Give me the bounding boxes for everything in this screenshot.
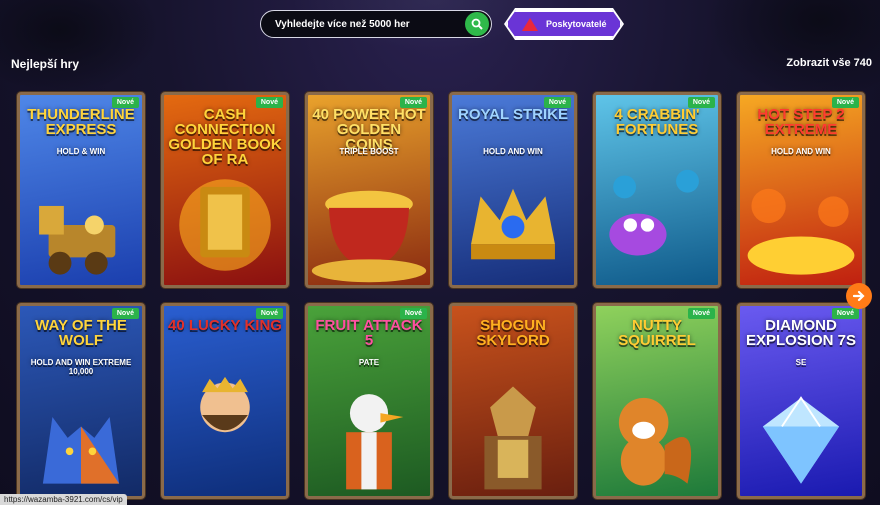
game-title: Thunderline Express bbox=[27, 106, 135, 138]
game-title: 4 Crabbin' Fortunes bbox=[614, 106, 700, 138]
game-title: Way of the Wolf bbox=[35, 317, 127, 349]
new-badge: Nové bbox=[399, 308, 427, 319]
king-icon bbox=[164, 376, 286, 496]
game-subtitle: Hold and Win bbox=[483, 147, 543, 156]
game-card[interactable]: Shogun Skylord bbox=[449, 303, 577, 499]
search-bar[interactable] bbox=[260, 10, 492, 38]
game-card[interactable]: Hot Step 2 Extreme Hold and Win Nové bbox=[737, 92, 865, 288]
game-subtitle: Triple Boost bbox=[339, 147, 399, 156]
new-badge: Nové bbox=[111, 97, 139, 108]
show-all-link[interactable]: Zobrazit vše 740 bbox=[786, 57, 872, 69]
train-icon bbox=[20, 165, 142, 285]
search-input[interactable] bbox=[275, 16, 455, 32]
game-card[interactable]: Way of the Wolf Hold and Win Extreme 10,0… bbox=[17, 303, 145, 499]
game-title: Nutty Squirrel bbox=[618, 317, 696, 349]
duck-icon bbox=[308, 376, 430, 496]
game-card[interactable]: 40 Lucky King Nové bbox=[161, 303, 289, 499]
triangle-icon bbox=[522, 17, 538, 31]
crown-icon bbox=[452, 165, 574, 285]
providers-button[interactable]: Poskytovatelé bbox=[506, 10, 622, 38]
game-subtitle: SE bbox=[795, 358, 807, 367]
crab-icon bbox=[596, 165, 718, 285]
new-badge: Nové bbox=[255, 308, 283, 319]
game-card[interactable]: Thunderline Express Hold & Win Nové bbox=[17, 92, 145, 288]
game-title: Diamond Explosion 7s bbox=[745, 317, 857, 349]
game-card[interactable]: Nutty Squirrel Nové bbox=[593, 303, 721, 499]
game-card[interactable]: Fruit Attack 5 Pate Nové bbox=[305, 303, 433, 499]
game-title: Royal Strike bbox=[457, 106, 569, 123]
new-badge: Nové bbox=[399, 97, 427, 108]
new-badge: Nové bbox=[687, 308, 715, 319]
game-title: Fruit Attack 5 bbox=[315, 317, 423, 349]
book-icon bbox=[164, 165, 286, 285]
game-card[interactable]: Cash Connection Golden Book of Ra Nové bbox=[161, 92, 289, 288]
warrior-icon bbox=[452, 376, 574, 496]
new-badge: Nové bbox=[831, 97, 859, 108]
new-badge: Nové bbox=[687, 97, 715, 108]
fire-icon bbox=[740, 165, 862, 285]
arrow-right-icon bbox=[853, 290, 865, 302]
section-title: Nejlepší hry bbox=[11, 57, 80, 71]
game-subtitle: Pate bbox=[358, 358, 380, 367]
game-card[interactable]: 40 Power Hot Golden Coins Triple Boost Nov… bbox=[305, 92, 433, 288]
status-url: https://wazamba-3921.com/cs/vip bbox=[0, 494, 127, 505]
search-button[interactable] bbox=[465, 12, 489, 36]
next-button[interactable] bbox=[846, 283, 872, 309]
game-title: Shogun Skylord bbox=[476, 317, 550, 349]
wolf-icon bbox=[20, 376, 142, 496]
new-badge: Nové bbox=[111, 308, 139, 319]
new-badge: Nové bbox=[255, 97, 283, 108]
squirrel-icon bbox=[596, 376, 718, 496]
game-subtitle: Hold and Win bbox=[771, 147, 831, 156]
game-card[interactable]: Royal Strike Hold and Win Nové bbox=[449, 92, 577, 288]
cauldron-icon bbox=[308, 165, 430, 285]
game-title: 40 Lucky King bbox=[168, 317, 282, 334]
providers-label: Poskytovatelé bbox=[546, 19, 607, 29]
game-title: Hot Step 2 Extreme bbox=[757, 106, 845, 138]
game-title: 40 Power Hot Golden Coins bbox=[312, 106, 426, 153]
new-badge: Nové bbox=[831, 308, 859, 319]
game-card[interactable]: 4 Crabbin' Fortunes Nové bbox=[593, 92, 721, 288]
new-badge: Nové bbox=[543, 97, 571, 108]
search-icon bbox=[471, 18, 483, 30]
diamond-icon bbox=[740, 376, 862, 496]
game-subtitle: Hold & Win bbox=[56, 147, 106, 156]
game-title: Cash Connection Golden Book of Ra bbox=[168, 106, 282, 168]
game-card[interactable]: Diamond Explosion 7s SE Nové bbox=[737, 303, 865, 499]
game-subtitle: Hold and Win Extreme 10,000 bbox=[30, 358, 132, 376]
